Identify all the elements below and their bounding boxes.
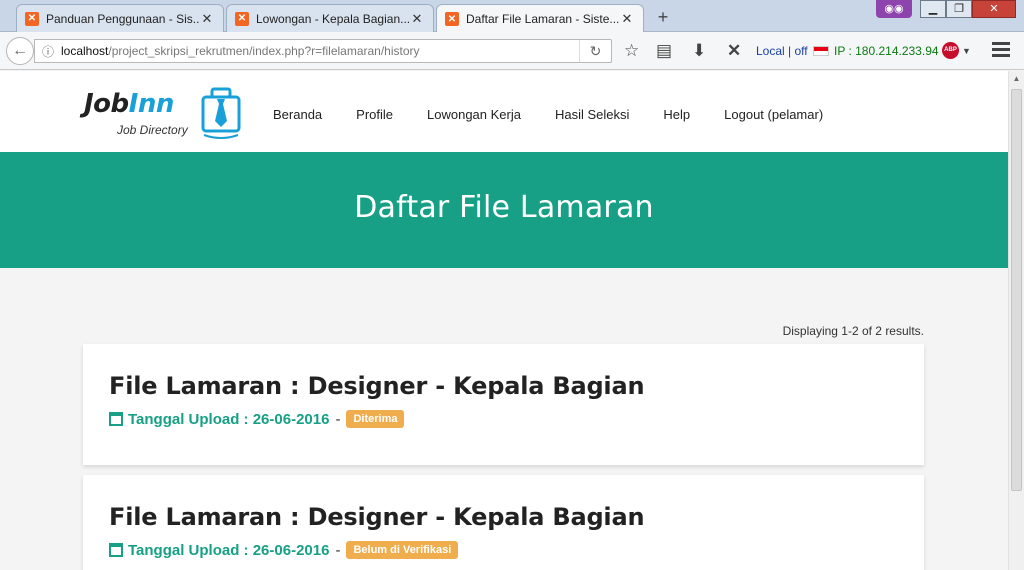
info-icon[interactable]: ⓘ [35,43,61,60]
private-browsing-icon: ◉◉ [876,0,912,18]
card-meta: Tanggal Upload : 26-06-2016 - Diterima [109,410,405,428]
status-badge: Diterima [346,410,405,428]
browser-tab-active[interactable]: ✕ Daftar File Lamaran - Siste... ✕ [436,4,644,33]
upload-date: Tanggal Upload : 26-06-2016 [128,410,330,428]
scroll-up-arrow-icon[interactable]: ▲ [1009,71,1024,87]
application-card[interactable]: File Lamaran : Designer - Kepala Bagian … [83,475,924,570]
close-window-button[interactable]: ✕ [972,0,1016,18]
close-tab-icon[interactable]: ✕ [199,11,215,27]
new-tab-button[interactable]: + [652,6,674,28]
reading-list-icon[interactable]: ▤ [656,41,672,61]
download-arrow-icon[interactable]: ⬇ [692,41,706,61]
reload-icon[interactable]: ↻ [579,40,611,62]
browser-tab-bar: ✕ Panduan Penggunaan - Sis... ✕ ✕ Lowong… [0,0,1024,33]
minimize-button[interactable]: ▁ [920,0,946,18]
local-status[interactable]: Local | off [756,44,808,58]
results-summary: Displaying 1-2 of 2 results. [782,324,924,338]
card-title: File Lamaran : Designer - Kepala Bagian [109,503,645,531]
xampp-favicon-icon: ✕ [445,12,459,26]
card-meta: Tanggal Upload : 26-06-2016 - Belum di V… [109,541,459,559]
separator: - [335,541,341,559]
browser-tab[interactable]: ✕ Panduan Penggunaan - Sis... ✕ [16,4,224,32]
tab-title: Lowongan - Kepala Bagian... [256,11,409,26]
url-path: /project_skripsi_rekrutmen/index.php?r=f… [108,44,420,58]
calendar-icon [109,412,123,426]
chevron-down-icon[interactable]: ▼ [962,46,971,56]
maximize-button[interactable]: ❐ [946,0,972,18]
site-logo[interactable]: JobInn Job Directory [84,85,244,141]
browser-nav-bar: ← ⓘ localhost/project_skripsi_rekrutmen/… [0,32,1024,70]
back-arrow-icon[interactable]: ← [6,37,34,65]
adblock-icon[interactable]: ABP [942,42,959,59]
nav-logout[interactable]: Logout (pelamar) [724,107,823,122]
page-scrollbar[interactable]: ▲ [1008,71,1024,570]
hamburger-menu-icon[interactable] [992,42,1010,60]
bookmark-star-icon[interactable]: ☆ [624,41,639,61]
tab-title: Daftar File Lamaran - Siste... [466,12,619,26]
browser-tab[interactable]: ✕ Lowongan - Kepala Bagian... ✕ [226,4,434,32]
xampp-favicon-icon: ✕ [235,11,249,26]
close-tab-icon[interactable]: ✕ [619,11,635,27]
briefcase-tie-icon [201,87,241,139]
nav-hasil-seleksi[interactable]: Hasil Seleksi [555,107,629,122]
nav-profile[interactable]: Profile [356,107,393,122]
nav-help[interactable]: Help [663,107,690,122]
upload-date: Tanggal Upload : 26-06-2016 [128,541,330,559]
hero-banner: Daftar File Lamaran [0,152,1008,268]
site-header: JobInn Job Directory Beranda Profile Low… [0,71,1008,152]
nav-lowongan-kerja[interactable]: Lowongan Kerja [427,107,521,122]
close-tab-icon[interactable]: ✕ [409,11,425,27]
nav-beranda[interactable]: Beranda [273,107,322,122]
scrollbar-thumb[interactable] [1011,89,1022,491]
tab-title: Panduan Penggunaan - Sis... [46,11,199,26]
indonesia-flag-icon [813,46,829,56]
calendar-icon [109,543,123,557]
xampp-favicon-icon: ✕ [25,11,39,26]
separator: - [335,410,341,428]
main-nav: Beranda Profile Lowongan Kerja Hasil Sel… [273,107,857,122]
logo-tagline: Job Directory [117,123,188,137]
logo-wordmark: JobInn [84,89,174,119]
ip-address: IP : 180.214.233.94 [834,44,939,58]
addon-x-icon[interactable]: ✕ [727,41,741,61]
card-title: File Lamaran : Designer - Kepala Bagian [109,372,645,400]
page-viewport: JobInn Job Directory Beranda Profile Low… [0,71,1008,570]
url-bar[interactable]: ⓘ localhost/project_skripsi_rekrutmen/in… [34,39,612,63]
status-badge: Belum di Verifikasi [346,541,459,559]
url-host: localhost [61,44,109,58]
application-card[interactable]: File Lamaran : Designer - Kepala Bagian … [83,344,924,465]
page-title: Daftar File Lamaran [354,190,654,225]
